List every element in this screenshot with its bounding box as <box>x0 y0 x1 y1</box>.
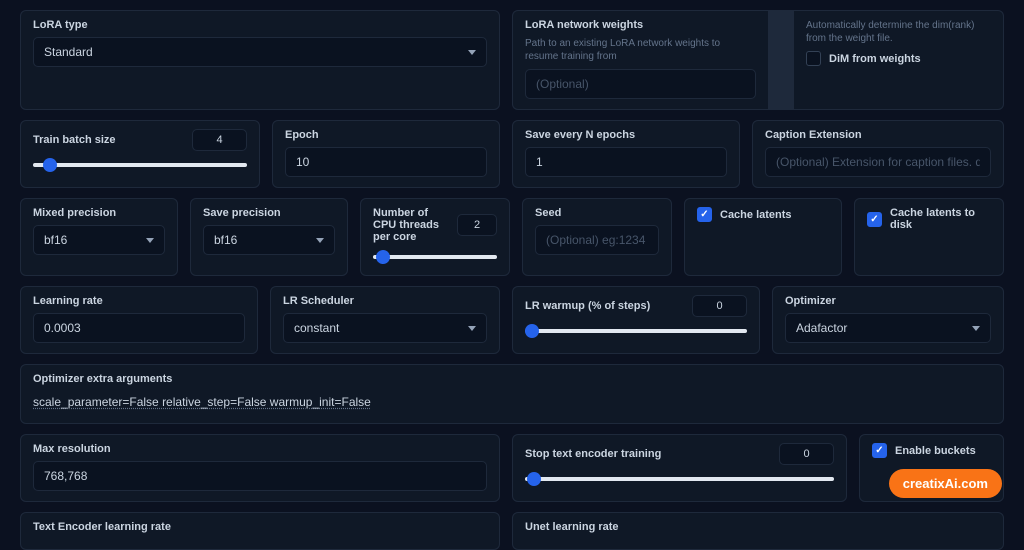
lr-sched-label: LR Scheduler <box>283 295 487 307</box>
chevron-down-icon <box>468 326 476 331</box>
seed-input[interactable] <box>535 225 659 255</box>
save-prec-label: Save precision <box>203 207 335 219</box>
mixed-prec-value: bf16 <box>44 233 67 247</box>
cpu-threads-label: Number of CPU threads per core <box>373 207 453 243</box>
cpu-threads-slider[interactable] <box>373 249 497 265</box>
lr-sched-select[interactable]: constant <box>283 313 487 343</box>
enable-buckets-checkbox[interactable] <box>872 443 887 458</box>
chevron-down-icon <box>316 238 324 243</box>
cache-latents-disk-label: Cache latents to disk <box>890 207 991 231</box>
save-n-input[interactable] <box>525 147 727 177</box>
lr-label: Learning rate <box>33 295 245 307</box>
lr-input[interactable] <box>33 313 245 343</box>
stop-te-value[interactable]: 0 <box>779 443 834 465</box>
max-res-label: Max resolution <box>33 443 487 455</box>
lr-warmup-label: LR warmup (% of steps) <box>525 300 650 312</box>
chevron-down-icon <box>468 50 476 55</box>
seed-label: Seed <box>535 207 659 219</box>
cache-latents-disk-checkbox[interactable] <box>867 212 882 227</box>
save-n-label: Save every N epochs <box>525 129 727 141</box>
dim-weights-label: DiM from weights <box>829 53 921 65</box>
lora-weights-label: LoRA network weights <box>525 19 756 31</box>
optimizer-value: Adafactor <box>796 321 847 335</box>
stop-te-label: Stop text encoder training <box>525 448 661 460</box>
optimizer-label: Optimizer <box>785 295 991 307</box>
te-lr-label: Text Encoder learning rate <box>33 521 487 533</box>
stop-te-slider[interactable] <box>525 471 834 487</box>
lora-type-label: LoRA type <box>33 19 487 31</box>
lora-weights-help: Path to an existing LoRA network weights… <box>525 37 756 63</box>
lr-sched-value: constant <box>294 321 339 335</box>
lora-type-select[interactable]: Standard <box>33 37 487 67</box>
save-prec-value: bf16 <box>214 233 237 247</box>
save-prec-select[interactable]: bf16 <box>203 225 335 255</box>
dim-weights-checkbox[interactable] <box>806 51 821 66</box>
opt-args-input[interactable]: scale_parameter=False relative_step=Fals… <box>33 391 991 413</box>
lr-warmup-slider[interactable] <box>525 323 747 339</box>
cache-latents-checkbox[interactable] <box>697 207 712 222</box>
lr-warmup-value[interactable]: 0 <box>692 295 747 317</box>
cache-latents-label: Cache latents <box>720 209 792 221</box>
watermark-badge: creatixAi.com <box>889 469 1002 498</box>
train-batch-label: Train batch size <box>33 134 116 146</box>
epoch-input[interactable] <box>285 147 487 177</box>
enable-buckets-label: Enable buckets <box>895 445 976 457</box>
dim-weights-help: Automatically determine the dim(rank) fr… <box>806 19 991 45</box>
chevron-down-icon <box>972 326 980 331</box>
train-batch-value[interactable]: 4 <box>192 129 247 151</box>
lora-type-value: Standard <box>44 45 93 59</box>
optimizer-select[interactable]: Adafactor <box>785 313 991 343</box>
chevron-down-icon <box>146 238 154 243</box>
caption-ext-label: Caption Extension <box>765 129 991 141</box>
mixed-prec-label: Mixed precision <box>33 207 165 219</box>
max-res-input[interactable] <box>33 461 487 491</box>
mixed-prec-select[interactable]: bf16 <box>33 225 165 255</box>
unet-lr-label: Unet learning rate <box>525 521 991 533</box>
caption-ext-input[interactable] <box>765 147 991 177</box>
train-batch-slider[interactable] <box>33 157 247 173</box>
opt-args-label: Optimizer extra arguments <box>33 373 991 385</box>
epoch-label: Epoch <box>285 129 487 141</box>
lora-weights-input[interactable] <box>525 69 756 99</box>
cpu-threads-value[interactable]: 2 <box>457 214 497 236</box>
